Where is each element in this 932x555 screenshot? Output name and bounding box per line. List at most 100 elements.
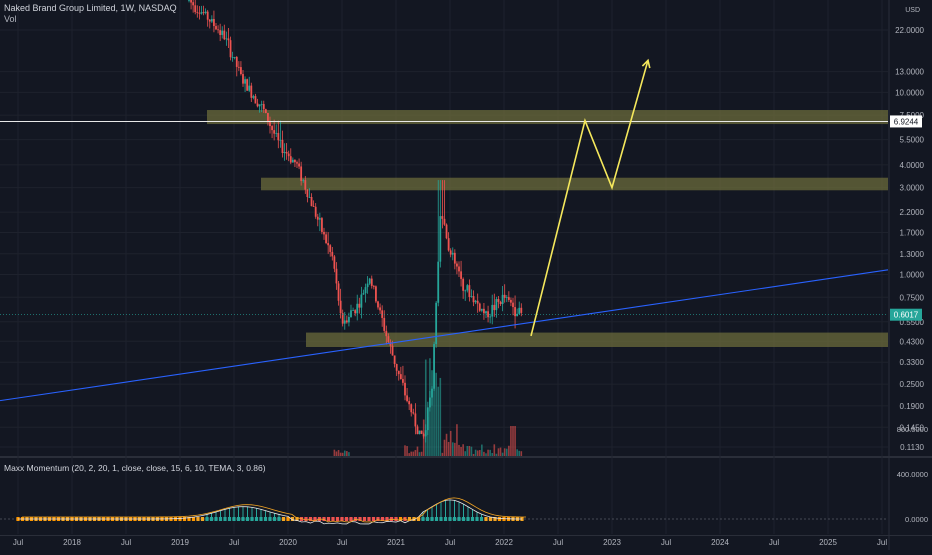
candle-body: [252, 96, 255, 98]
volume-bar: [508, 445, 510, 456]
candle-body: [235, 56, 238, 67]
candle-body: [404, 382, 406, 396]
candle-body: [229, 40, 232, 58]
y-tick-label: 0.1130: [900, 443, 924, 452]
candle-body: [370, 278, 373, 286]
y-tick-label: 1.7000: [900, 229, 925, 238]
candle-body: [433, 344, 435, 389]
chart-root: Jul 2018 Jul 2019 Jul 2020 Jul 2021 Jul 2022 Jul 20…: [0, 0, 932, 550]
candle-body: [221, 30, 224, 35]
y-tick-label: 0.3300: [900, 358, 925, 367]
candle-body: [518, 307, 521, 314]
volume-bar: [512, 426, 514, 456]
volume-bar: [489, 449, 491, 456]
candle-body: [356, 303, 359, 314]
candle-body: [325, 234, 327, 244]
volume-bar: [443, 439, 446, 456]
candle-body: [304, 180, 307, 190]
volume-bar: [487, 449, 489, 456]
candle-body: [206, 11, 209, 20]
candle-body: [314, 206, 317, 217]
volume-bar: [435, 372, 437, 456]
symbol-title[interactable]: Naked Brand Group Limited, 1W, NASDAQ: [4, 3, 177, 14]
candle-body: [306, 189, 309, 198]
volume-bar: [460, 446, 462, 456]
indicator-bar: [304, 517, 308, 521]
volume-bar: [481, 444, 483, 456]
volume-bar: [418, 452, 421, 456]
indicator-bar: [281, 517, 286, 521]
candle-body: [350, 310, 352, 318]
candle-body: [422, 433, 425, 437]
volume-bar: [499, 447, 502, 456]
candle-body: [264, 109, 267, 114]
candle-body: [240, 67, 242, 75]
candle-body: [426, 407, 429, 431]
volume-bar: [410, 451, 413, 456]
candle-body: [460, 271, 462, 279]
indicator-bar: [344, 517, 349, 521]
indicator-bar: [484, 517, 488, 521]
x-tick-label: Jul: [553, 538, 563, 547]
volume-bar: [416, 446, 419, 456]
x-tick-label: 2024: [711, 538, 729, 547]
candle-body: [312, 206, 315, 207]
candle-body: [188, 0, 190, 1]
candle-body: [262, 104, 265, 110]
x-tick-label: Jul: [661, 538, 671, 547]
x-tick-label: Jul: [121, 538, 131, 547]
candle-body: [375, 286, 377, 302]
candle-body: [362, 293, 365, 295]
volume-bar: [447, 441, 450, 456]
volume-bar: [466, 446, 469, 456]
candle-body: [198, 12, 201, 14]
volume-bar: [454, 442, 456, 456]
candle-body: [358, 303, 361, 308]
candle-body: [468, 285, 471, 297]
volume-bar: [408, 453, 410, 456]
indicator-bar: [394, 517, 398, 521]
candle-body: [244, 79, 246, 84]
candle-body: [233, 56, 236, 58]
indicator-bar: [371, 517, 376, 521]
volume-bar: [510, 426, 512, 456]
volume-bar: [474, 449, 477, 456]
volume-bar: [439, 377, 442, 456]
candle-body: [464, 290, 467, 292]
candle-body: [418, 430, 421, 435]
indicator-title[interactable]: Maxx Momentum (20, 2, 20, 1, close, clos…: [4, 463, 266, 473]
candle-body: [383, 317, 386, 331]
x-tick-label: 2019: [171, 538, 189, 547]
candle-body: [287, 153, 290, 157]
x-tick-label: 2021: [387, 538, 405, 547]
candle-body: [225, 38, 228, 40]
candle-body: [343, 320, 346, 324]
volume-bar: [503, 448, 506, 456]
volume-bar: [348, 452, 350, 456]
volume-bar: [462, 444, 464, 456]
candle-body: [200, 12, 203, 14]
candle-body: [329, 245, 332, 252]
candle-body: [474, 300, 477, 303]
candle-body: [395, 363, 398, 371]
y-tick-label: 4.0000: [900, 161, 925, 170]
candle-body: [472, 296, 475, 303]
candle-body: [447, 238, 450, 251]
indicator-tick-label: 800.0000: [897, 425, 928, 434]
volume-bar: [412, 451, 415, 456]
candle-body: [408, 401, 411, 405]
y-tick-label: 13.0000: [895, 68, 924, 77]
volume-bar: [518, 450, 521, 456]
volume-bar: [335, 451, 338, 456]
support-resistance-zones[interactable]: [207, 110, 888, 348]
candle-body: [420, 430, 423, 434]
candle-body: [285, 151, 288, 154]
candle-body: [237, 66, 240, 68]
candle-body: [439, 216, 442, 262]
candle-body: [360, 294, 363, 308]
candle-body: [476, 300, 479, 304]
projection-path: [530, 60, 649, 337]
candle-body: [437, 261, 440, 303]
y-tick-label: 0.7500: [900, 293, 925, 302]
candle-body: [260, 104, 263, 105]
